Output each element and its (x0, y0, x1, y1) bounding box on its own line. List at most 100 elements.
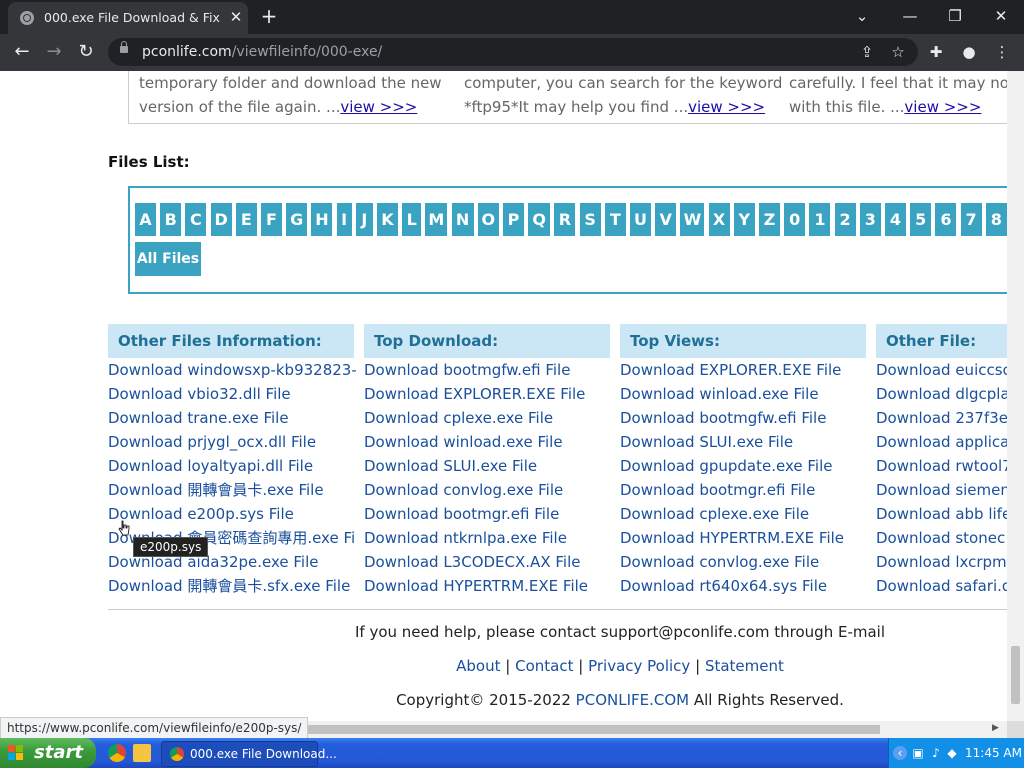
download-link[interactable]: Download dlgcplan (876, 382, 1007, 406)
letter-button-x[interactable]: X (708, 203, 730, 236)
brand-link[interactable]: PCONLIFE.COM (576, 691, 689, 709)
view-more-link[interactable]: view >>> (904, 98, 981, 116)
all-files-button[interactable]: All Files (135, 242, 201, 276)
download-link[interactable]: Download applicati (876, 430, 1007, 454)
letter-button-u[interactable]: U (630, 203, 651, 236)
download-link[interactable]: Download rt640x64.sys File (620, 574, 868, 598)
address-bar[interactable]: pconlife.com/viewfileinfo/000-exe/ ⇪ ☆ (108, 38, 918, 66)
taskbar-chrome-window[interactable]: 000.exe File Download... (161, 741, 337, 767)
letter-button-s[interactable]: S (579, 203, 601, 236)
close-window-icon[interactable]: ✕ (987, 4, 1015, 28)
scroll-right-arrow-icon[interactable]: ▶ (992, 723, 999, 733)
letter-button-5[interactable]: 5 (910, 203, 932, 236)
letter-button-l[interactable]: L (402, 203, 422, 236)
privacy-policy-link[interactable]: Privacy Policy (588, 657, 690, 675)
letter-button-t[interactable]: T (604, 203, 626, 236)
download-link[interactable]: Download bootmgfw.efi File (620, 406, 868, 430)
letter-button-n[interactable]: N (451, 203, 474, 236)
reload-icon[interactable]: ↻ (72, 38, 100, 66)
tray-expand-icon[interactable]: ‹ (893, 746, 907, 760)
letter-button-d[interactable]: D (210, 203, 232, 236)
letter-button-p[interactable]: P (503, 203, 524, 236)
download-link[interactable]: Download 開轉會員卡.sfx.exe File (108, 574, 356, 598)
download-link[interactable]: Download abb lifec (876, 502, 1007, 526)
network-icon[interactable]: ▣ (911, 746, 925, 760)
download-link[interactable]: Download bootmgr.efi File (620, 478, 868, 502)
letter-button-y[interactable]: Y (733, 203, 755, 236)
download-link[interactable]: Download cplexe.exe File (620, 502, 868, 526)
start-button[interactable]: start (0, 738, 96, 768)
letter-button-k[interactable]: K (377, 203, 398, 236)
download-link[interactable]: Download EXPLORER.EXE File (620, 358, 868, 382)
download-link[interactable]: Download stonec 2 (876, 526, 1007, 550)
menu-kebab-icon[interactable]: ⋮ (988, 38, 1016, 66)
browser-tab[interactable]: 000.exe File Download & Fix For ✕ (8, 2, 248, 34)
letter-button-3[interactable]: 3 (859, 203, 881, 236)
forward-arrow-icon[interactable]: → (40, 38, 68, 66)
tab-close-icon[interactable]: ✕ (227, 8, 245, 26)
letter-button-q[interactable]: Q (528, 203, 551, 236)
new-tab-button[interactable]: + (258, 6, 280, 28)
letter-button-c[interactable]: C (185, 203, 207, 236)
tab-search-chevron-icon[interactable]: ⌄ (848, 4, 876, 28)
letter-button-o[interactable]: O (477, 203, 499, 236)
chrome-quicklaunch-icon[interactable] (108, 744, 126, 762)
download-link[interactable]: Download gpupdate.exe File (620, 454, 868, 478)
download-link[interactable]: Download 237f3e8 (876, 406, 1007, 430)
letter-button-b[interactable]: B (160, 203, 182, 236)
download-link[interactable]: Download HYPERTRM.EXE File (620, 526, 868, 550)
download-link[interactable]: Download rwtool7_ (876, 454, 1007, 478)
folder-quicklaunch-icon[interactable] (133, 744, 151, 762)
letter-button-0[interactable]: 0 (784, 203, 806, 236)
letter-button-2[interactable]: 2 (834, 203, 856, 236)
letter-button-a[interactable]: A (135, 203, 156, 236)
extensions-puzzle-icon[interactable]: ✚ (922, 38, 950, 66)
download-link[interactable]: Download siemens. (876, 478, 1007, 502)
download-link[interactable]: Download bootmgfw.efi File (364, 358, 612, 382)
download-link[interactable]: Download e200p.sys File (108, 502, 356, 526)
profile-avatar-icon[interactable]: ● (955, 38, 983, 66)
vertical-scrollbar[interactable] (1007, 71, 1024, 721)
letter-button-w[interactable]: W (680, 203, 705, 236)
letter-button-z[interactable]: Z (759, 203, 780, 236)
letter-button-v[interactable]: V (655, 203, 677, 236)
letter-button-4[interactable]: 4 (885, 203, 906, 236)
letter-button-e[interactable]: E (235, 203, 257, 236)
letter-button-r[interactable]: R (554, 203, 576, 236)
contact-link[interactable]: Contact (515, 657, 573, 675)
letter-button-h[interactable]: H (311, 203, 333, 236)
download-link[interactable]: Download ntkrnlpa.exe File (364, 526, 612, 550)
download-link[interactable]: Download 開轉會員卡.exe File (108, 478, 356, 502)
letter-button-6[interactable]: 6 (935, 203, 957, 236)
download-link[interactable]: Download SLUI.exe File (364, 454, 612, 478)
download-link[interactable]: Download SLUI.exe File (620, 430, 868, 454)
about-link[interactable]: About (456, 657, 500, 675)
letter-button-f[interactable]: F (261, 203, 282, 236)
bookmark-star-icon[interactable]: ☆ (884, 38, 912, 66)
download-link[interactable]: Download euiccscs (876, 358, 1007, 382)
letter-button-j[interactable]: J (355, 203, 373, 236)
download-link[interactable]: Download bootmgr.efi File (364, 502, 612, 526)
download-link[interactable]: Download lxcrpmui (876, 550, 1007, 574)
letter-button-g[interactable]: G (286, 203, 308, 236)
minimize-icon[interactable]: — (896, 4, 924, 28)
letter-button-i[interactable]: I (336, 203, 352, 236)
speaker-icon[interactable]: ♪ (929, 746, 943, 760)
download-link[interactable]: Download prjygl_ocx.dll File (108, 430, 356, 454)
security-shield-icon[interactable]: ◆ (945, 746, 959, 760)
restore-icon[interactable]: ❐ (941, 4, 969, 28)
download-link[interactable]: Download safari.dll (876, 574, 1007, 598)
letter-button-1[interactable]: 1 (809, 203, 831, 236)
download-link[interactable]: Download cplexe.exe File (364, 406, 612, 430)
download-link[interactable]: Download EXPLORER.EXE File (364, 382, 612, 406)
download-link[interactable]: Download L3CODECX.AX File (364, 550, 612, 574)
share-icon[interactable]: ⇪ (853, 38, 881, 66)
letter-button-m[interactable]: M (425, 203, 448, 236)
statement-link[interactable]: Statement (705, 657, 784, 675)
download-link[interactable]: Download vbio32.dll File (108, 382, 356, 406)
letter-button-8[interactable]: 8 (985, 203, 1007, 236)
download-link[interactable]: Download convlog.exe File (364, 478, 612, 502)
download-link[interactable]: Download winload.exe File (364, 430, 612, 454)
view-more-link[interactable]: view >>> (688, 98, 765, 116)
vertical-scroll-thumb[interactable] (1011, 646, 1020, 704)
